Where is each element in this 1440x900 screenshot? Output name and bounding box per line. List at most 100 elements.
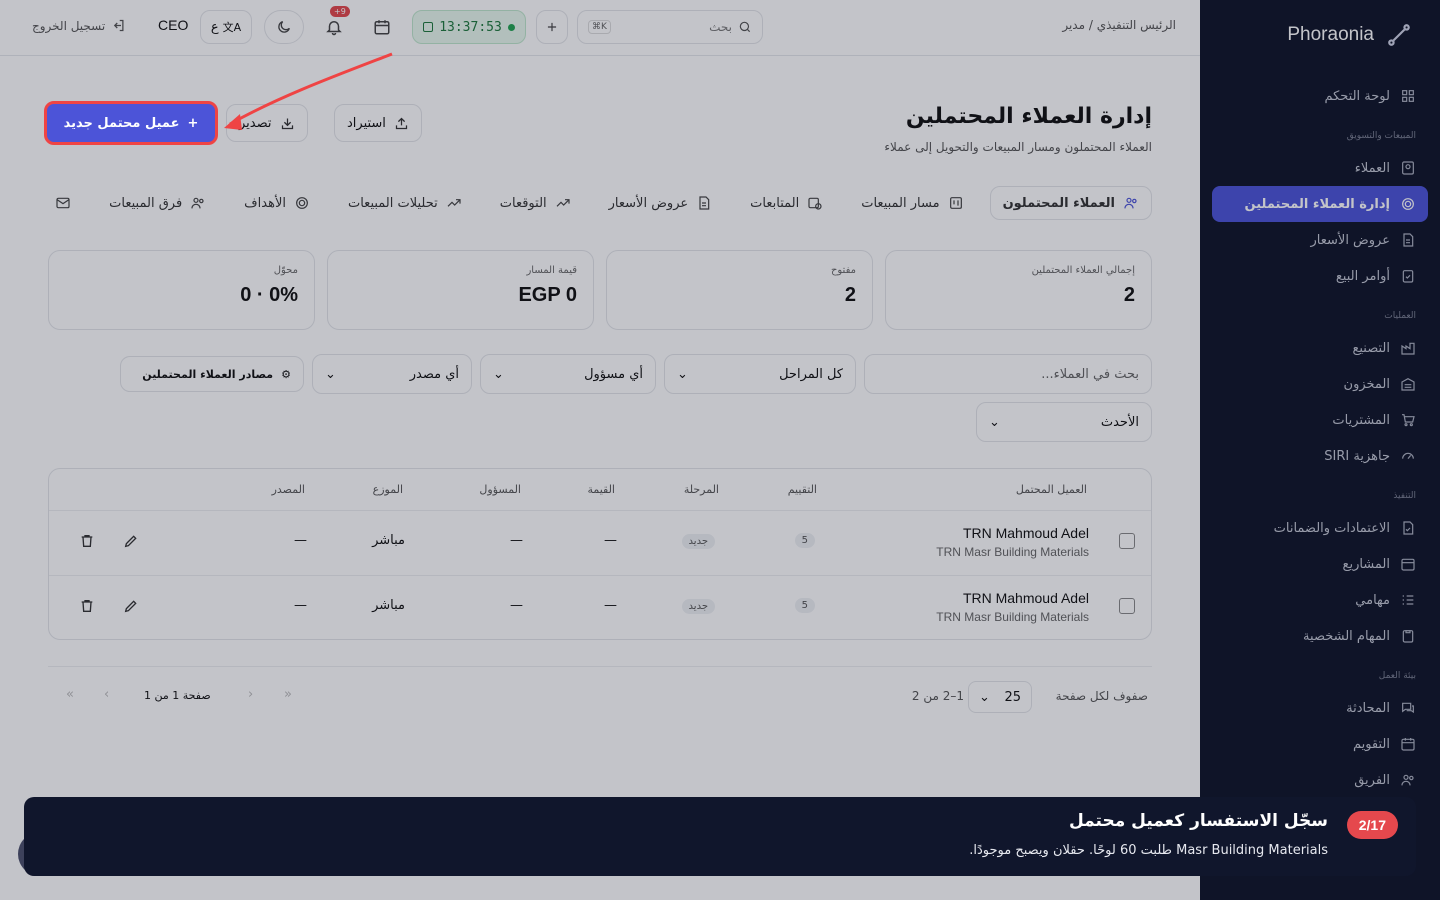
row-checkbox[interactable]: [1119, 598, 1135, 614]
sidebar-item[interactable]: التصنيع: [1200, 330, 1440, 366]
users-icon: [1124, 197, 1137, 209]
tab-item[interactable]: فرق المبيعات: [97, 186, 218, 220]
sidebar-item-label: العملاء: [1354, 160, 1390, 176]
edit-icon[interactable]: [123, 533, 139, 549]
lead-sources-button[interactable]: ⚙ مصادر العملاء المحتملين: [120, 356, 304, 392]
sidebar-item[interactable]: المخزون: [1200, 366, 1440, 402]
stat-value: 2: [1123, 284, 1135, 306]
sidebar-item-label: مهامي: [1355, 592, 1390, 608]
users-icon: [1401, 774, 1414, 786]
sidebar-item[interactable]: إدارة العملاء المحتملين: [1212, 186, 1428, 222]
calendar-clock-icon: [808, 197, 822, 210]
tab-item[interactable]: تحليلات المبيعات: [336, 186, 474, 220]
edit-icon[interactable]: [123, 598, 139, 614]
sidebar-item[interactable]: الفريق: [1200, 762, 1440, 798]
lead-name: TRN Mahmoud Adel: [962, 525, 1089, 541]
sidebar-item[interactable]: عروض الأسعار: [1200, 222, 1440, 258]
sidebar-item[interactable]: الاعتمادات والضمانات: [1200, 510, 1440, 546]
new-lead-button[interactable]: + عميل محتمل جديد: [44, 101, 218, 145]
tab-item[interactable]: عروض الأسعار: [597, 186, 725, 220]
trash-icon[interactable]: [79, 533, 95, 549]
tab-item[interactable]: الحملا: [48, 186, 83, 220]
sidebar-item[interactable]: التقويم: [1200, 726, 1440, 762]
search-icon: [739, 21, 751, 33]
tab-item[interactable]: المتابعات: [738, 186, 835, 220]
chevron-down-icon: ⌄: [677, 366, 688, 382]
sidebar-item-label: المشتريات: [1332, 412, 1390, 428]
next-page-icon[interactable]: ›: [248, 687, 253, 702]
lead-search-placeholder: بحث في العملاء...: [1041, 366, 1139, 382]
tab-label: فرق المبيعات: [109, 195, 183, 211]
stat-value: 2: [844, 284, 856, 306]
per-page-select[interactable]: 25 ⌄: [968, 681, 1032, 713]
logout-label: تسجيل الخروج: [32, 18, 106, 33]
global-search[interactable]: بحث K⌘: [577, 10, 763, 44]
header-score: التقييم: [787, 483, 817, 496]
table-row[interactable]: TRN Mahmoud Adel TRN Masr Building Mater…: [49, 575, 1151, 639]
lead-value: —: [604, 533, 617, 548]
sidebar-item[interactable]: المحادثة: [1200, 690, 1440, 726]
trend-icon: [447, 199, 461, 207]
add-button[interactable]: [536, 10, 568, 44]
logout-button[interactable]: تسجيل الخروج: [32, 18, 126, 33]
work-timer[interactable]: 13:37:53: [412, 10, 526, 44]
sidebar-item[interactable]: مهامي: [1200, 582, 1440, 618]
sort-value: الأحدث: [1100, 414, 1139, 430]
stat-value: 0% · 0: [240, 284, 298, 306]
trash-icon[interactable]: [79, 598, 95, 614]
prev-page-icon[interactable]: ‹: [104, 687, 109, 702]
clipboard-check-icon: [1402, 270, 1414, 283]
breadcrumb: الرئيس التنفيذي / مدير: [1062, 18, 1176, 32]
sidebar-item[interactable]: لوحة التحكم: [1200, 78, 1440, 114]
last-page-icon[interactable]: »: [284, 687, 292, 702]
stage-select[interactable]: كل المراحل ⌄: [664, 354, 856, 394]
sidebar-item[interactable]: جاهزية SIRI: [1200, 438, 1440, 474]
sidebar-item[interactable]: المهام الشخصية: [1200, 618, 1440, 654]
tab-item[interactable]: مسار المبيعات: [849, 186, 975, 220]
sidebar-item-label: المشاريع: [1342, 556, 1390, 572]
sidebar-item[interactable]: المشاريع: [1200, 546, 1440, 582]
notifications-button[interactable]: +9: [316, 6, 352, 44]
lead-owner: —: [510, 533, 523, 548]
target-icon: [1402, 198, 1414, 210]
calendar-button[interactable]: [364, 10, 400, 44]
language-label: ع: [210, 19, 219, 35]
table-row[interactable]: TRN Mahmoud Adel TRN Masr Building Mater…: [49, 510, 1151, 575]
source-select[interactable]: أي مصدر ⌄: [312, 354, 472, 394]
sidebar-item[interactable]: المشتريات: [1200, 402, 1440, 438]
sidebar-item-label: الفريق: [1354, 772, 1390, 788]
mail-icon: [56, 197, 70, 209]
per-page-value: 25: [1004, 689, 1021, 705]
per-page-label: صفوف لكل صفحة: [1055, 689, 1148, 703]
tab-item[interactable]: العملاء المحتملون: [989, 186, 1152, 220]
lead-owner: —: [510, 598, 523, 613]
sort-select[interactable]: الأحدث ⌄: [976, 402, 1152, 442]
chevron-down-icon: ⌄: [493, 366, 504, 382]
lead-search-input[interactable]: بحث في العملاء...: [864, 354, 1152, 394]
owner-select[interactable]: أي مسؤول ⌄: [480, 354, 656, 394]
calendar-icon: [1401, 738, 1415, 751]
tab-label: مسار المبيعات: [861, 195, 940, 211]
sidebar-item-label: عروض الأسعار: [1310, 232, 1391, 248]
tab-item[interactable]: الأهداف: [232, 186, 322, 220]
sidebar-item-label: التصنيع: [1352, 340, 1390, 356]
brand[interactable]: Phoraonia: [1287, 22, 1412, 48]
header-value: القيمة: [587, 483, 615, 496]
theme-toggle[interactable]: [264, 10, 304, 44]
stat-label: إجمالي العملاء المحتملين: [1031, 265, 1135, 276]
pagination: صفوف لكل صفحة 25 ⌄ 1–2 من 2 صفحة 1 من 1 «…: [48, 666, 1152, 726]
stat-cards: إجمالي العملاء المحتملين 2 مفتوح 2 قيمة المس…: [48, 250, 1152, 330]
plus-icon: +: [187, 115, 199, 131]
tour-title: سجّل الاستفسار كعميل محتمل: [1068, 811, 1328, 831]
lead-distributor: مباشر: [372, 533, 405, 548]
language-toggle[interactable]: ع 文A: [200, 10, 252, 44]
cart-icon: [1402, 414, 1415, 427]
first-page-icon[interactable]: «: [66, 687, 74, 702]
sidebar-item[interactable]: أوامر البيع: [1200, 258, 1440, 294]
sidebar-item[interactable]: العملاء: [1200, 150, 1440, 186]
sidebar-section-label: العمليات: [1384, 311, 1416, 321]
user-role[interactable]: CEO: [158, 17, 188, 33]
trend-icon: [556, 199, 570, 207]
tab-item[interactable]: التوقعات: [488, 186, 583, 220]
row-checkbox[interactable]: [1119, 533, 1135, 549]
